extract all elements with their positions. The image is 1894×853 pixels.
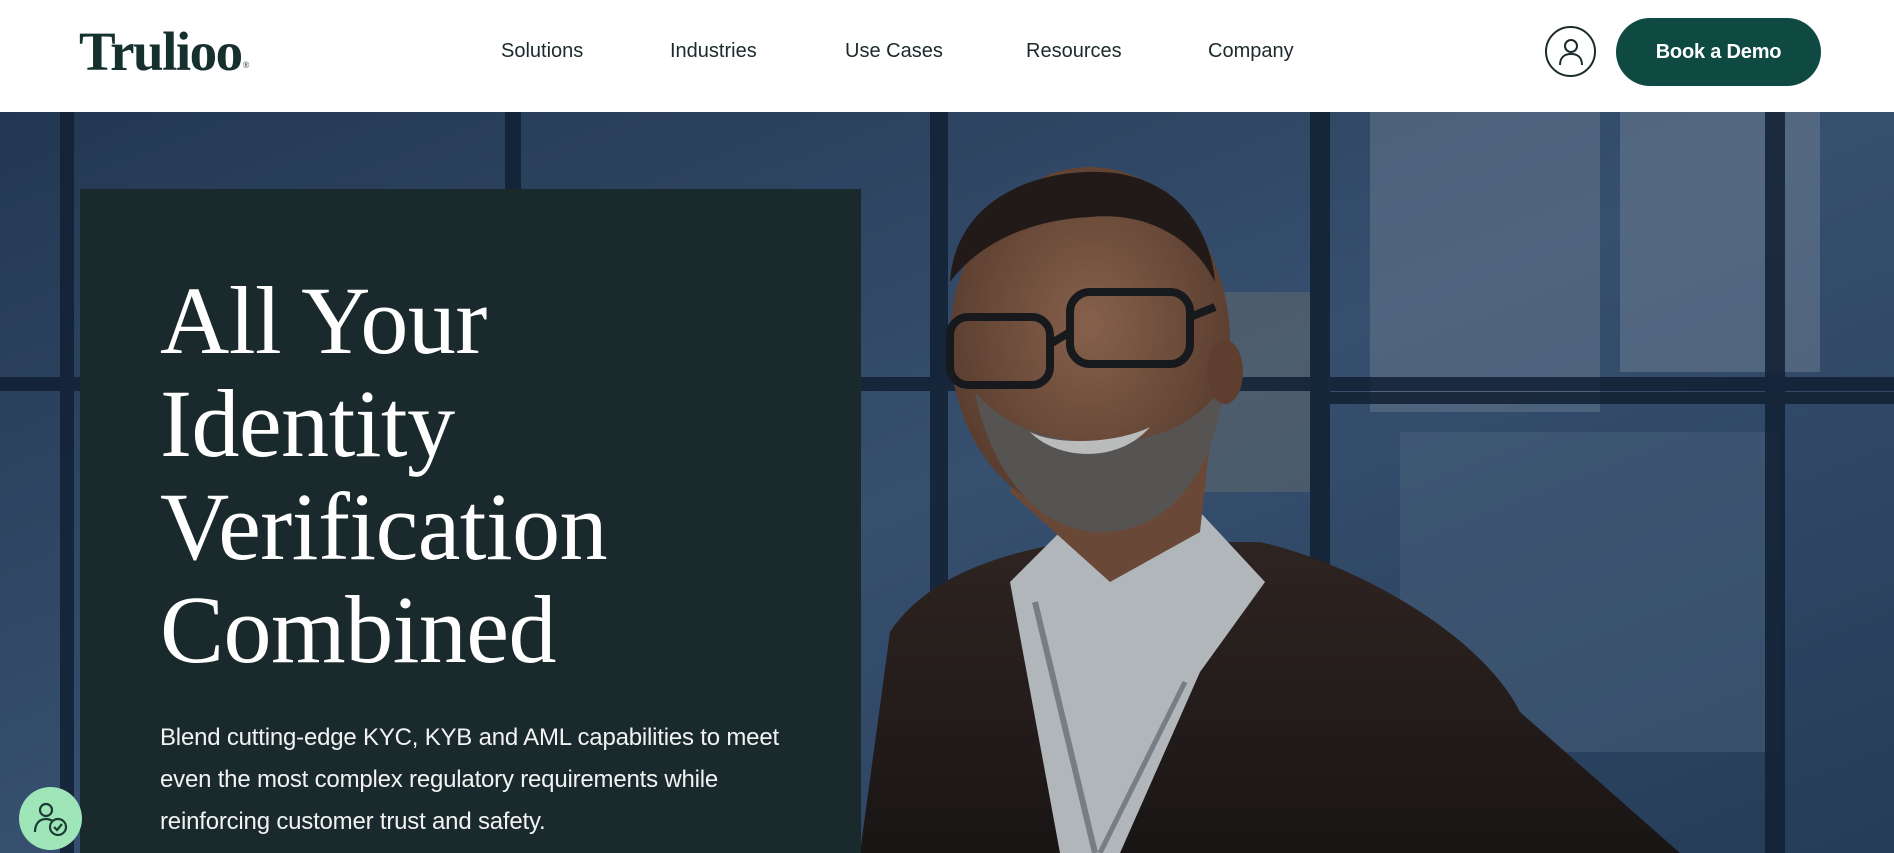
- site-header: Trulioo® Solutions Industries Use Cases …: [0, 0, 1894, 112]
- trulioo-logo[interactable]: Trulioo®: [79, 21, 250, 95]
- headline-line: Identity: [160, 370, 455, 477]
- nav-item-company[interactable]: Company: [1208, 36, 1294, 66]
- headline-line: All Your: [160, 267, 487, 374]
- nav-item-resources[interactable]: Resources: [1026, 36, 1122, 66]
- headline-line: Verification: [160, 473, 608, 580]
- account-button[interactable]: [1545, 26, 1596, 77]
- hero-text-panel: All Your Identity Verification Combined …: [80, 189, 861, 853]
- logo-text: Trulioo: [79, 21, 243, 82]
- book-demo-button[interactable]: Book a Demo: [1616, 18, 1821, 86]
- headline-line: Combined: [160, 576, 556, 683]
- nav-item-solutions[interactable]: Solutions: [501, 36, 583, 66]
- accessibility-widget-button[interactable]: [19, 787, 82, 850]
- hero-subtext: Blend cutting-edge KYC, KYB and AML capa…: [160, 724, 779, 835]
- hero-section: All Your Identity Verification Combined …: [0, 112, 1894, 853]
- user-shield-icon: [33, 802, 67, 836]
- user-circle-icon: [1558, 38, 1583, 65]
- hero-headline: All Your Identity Verification Combined: [160, 269, 780, 681]
- nav-item-use-cases[interactable]: Use Cases: [845, 36, 943, 66]
- logo-registered-mark: ®: [242, 60, 250, 70]
- nav-item-industries[interactable]: Industries: [670, 36, 757, 66]
